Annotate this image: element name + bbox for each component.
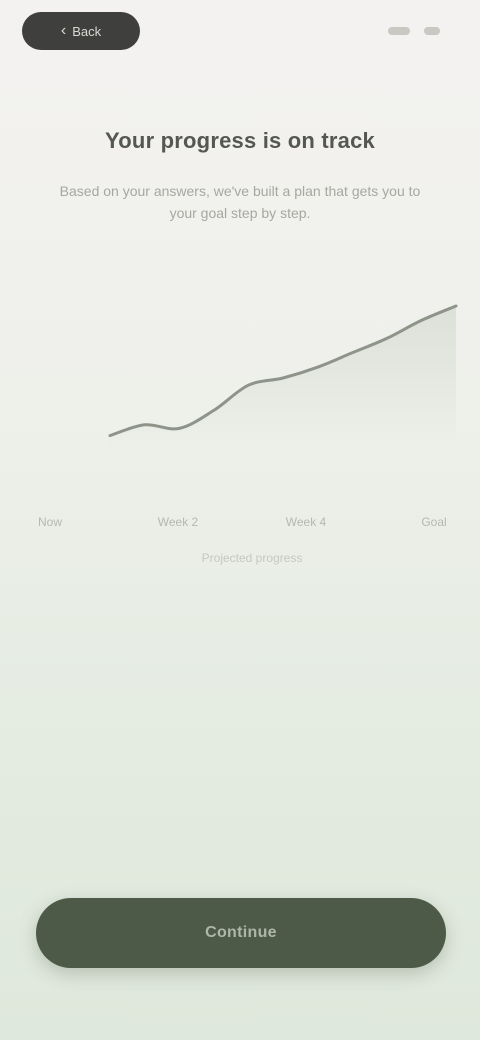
top-bar: ‹ Back	[22, 10, 440, 52]
page-subtitle: Based on your answers, we've built a pla…	[59, 183, 421, 221]
screen: ‹ Back Your progress is on track Based o…	[0, 0, 480, 1040]
progress-dots-icon	[388, 27, 410, 35]
page-title: Your progress is on track	[105, 128, 375, 153]
x-tick-label: Week 4	[286, 515, 327, 529]
continue-button[interactable]: Continue	[36, 898, 446, 968]
chevron-left-icon: ‹	[60, 22, 67, 39]
more-icon[interactable]	[424, 27, 440, 35]
progress-chart: Now Week 2 Week 4 Goal Projected progress	[20, 250, 464, 570]
x-tick-label: Goal	[421, 515, 446, 529]
back-button-label: Back	[72, 23, 102, 39]
headline: Your progress is on track Based on your …	[0, 128, 480, 224]
x-tick-label: Now	[38, 515, 62, 529]
chart-caption: Projected progress	[202, 551, 303, 565]
x-tick-label: Week 2	[158, 515, 199, 529]
back-button[interactable]: ‹ Back	[22, 12, 140, 50]
top-right-actions	[388, 27, 440, 35]
progress-chart-svg: Now Week 2 Week 4 Goal Projected progress	[38, 304, 458, 565]
